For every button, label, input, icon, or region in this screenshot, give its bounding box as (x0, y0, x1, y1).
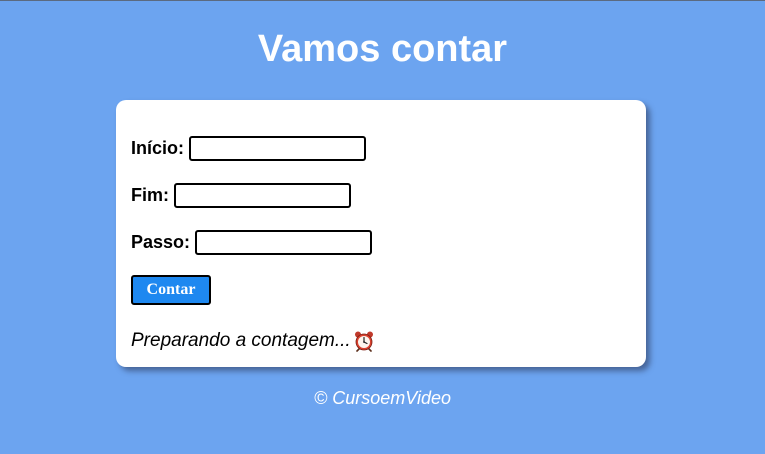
inicio-row: Início: (131, 135, 366, 161)
inicio-input[interactable] (189, 135, 366, 161)
result-message: Preparando a contagem... (131, 328, 375, 354)
fim-label: Fim: (131, 184, 169, 205)
footer-credit: © CursoemVideo (314, 388, 451, 408)
fim-row: Fim: (131, 182, 351, 208)
fim-input[interactable] (174, 182, 351, 208)
passo-label: Passo: (131, 231, 191, 252)
passo-row: Passo: (131, 229, 373, 255)
page-title: Vamos contar (257, 28, 508, 70)
inicio-label: Início: (131, 137, 184, 158)
alarm-clock-icon (353, 330, 375, 352)
counter-card: Início: Fim: Passo: Contar Preparando a … (116, 100, 646, 367)
contar-button[interactable]: Contar (131, 275, 211, 305)
passo-input[interactable] (195, 229, 373, 255)
result-text: Preparando a contagem... (131, 330, 351, 351)
